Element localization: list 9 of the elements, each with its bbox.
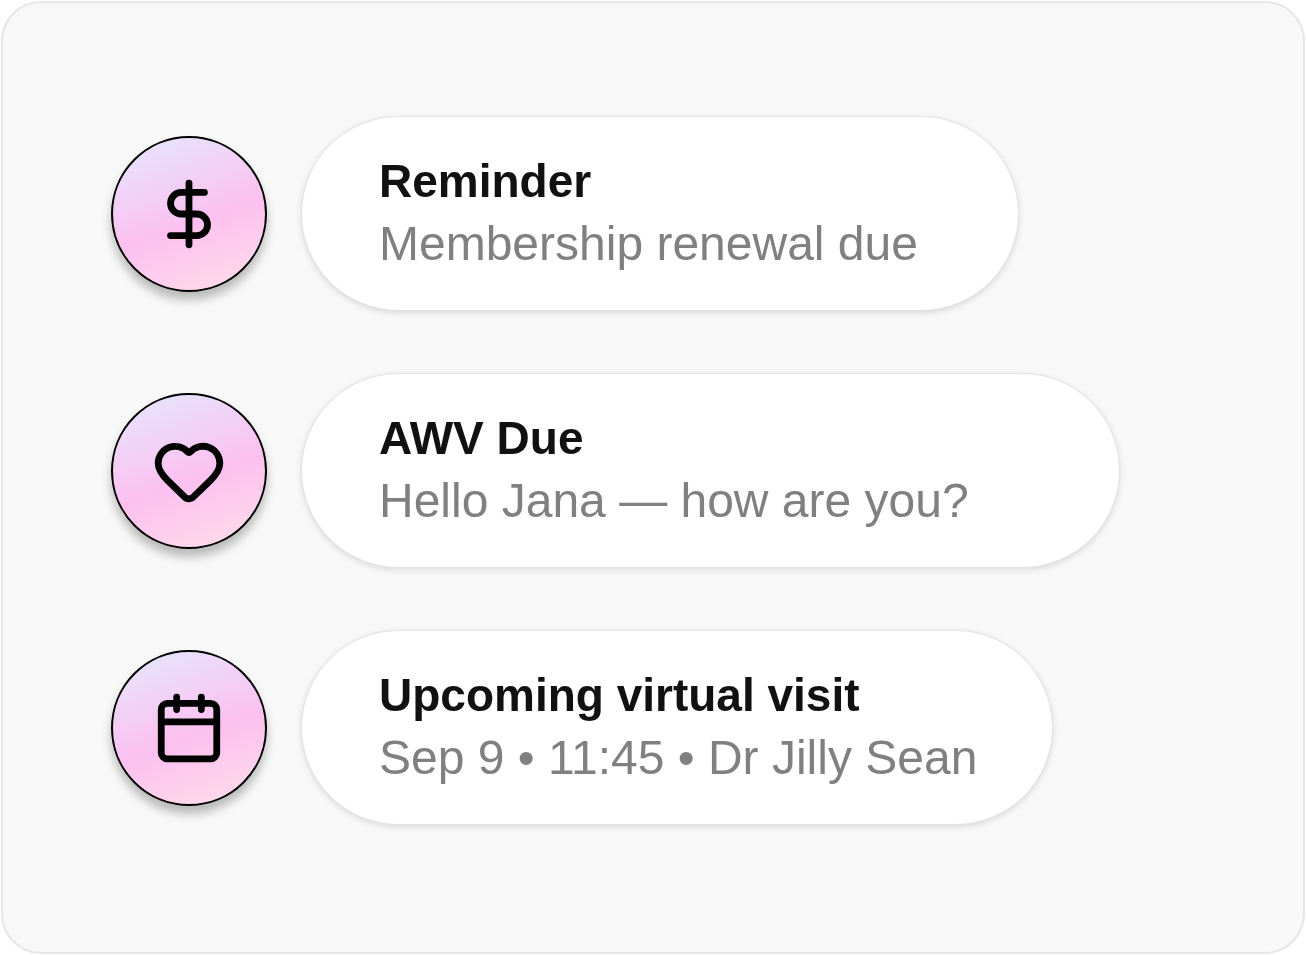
notification-subtitle: Sep 9 • 11:45 • Dr Jilly Sean (379, 729, 978, 786)
notification-card[interactable]: Upcoming virtual visit Sep 9 • 11:45 • Dr Jilly Sean (301, 630, 1054, 825)
notification-title: Reminder (379, 153, 593, 209)
notification-title: AWV Due (379, 410, 585, 466)
notification-subtitle: Hello Jana — how are you? (379, 472, 969, 529)
notification-title: Upcoming virtual visit (379, 667, 861, 723)
notification-card[interactable]: Reminder Membership renewal due (301, 116, 1019, 311)
notification-subtitle: Membership renewal due (379, 215, 918, 272)
notification-card[interactable]: AWV Due Hello Jana — how are you? (301, 373, 1120, 568)
